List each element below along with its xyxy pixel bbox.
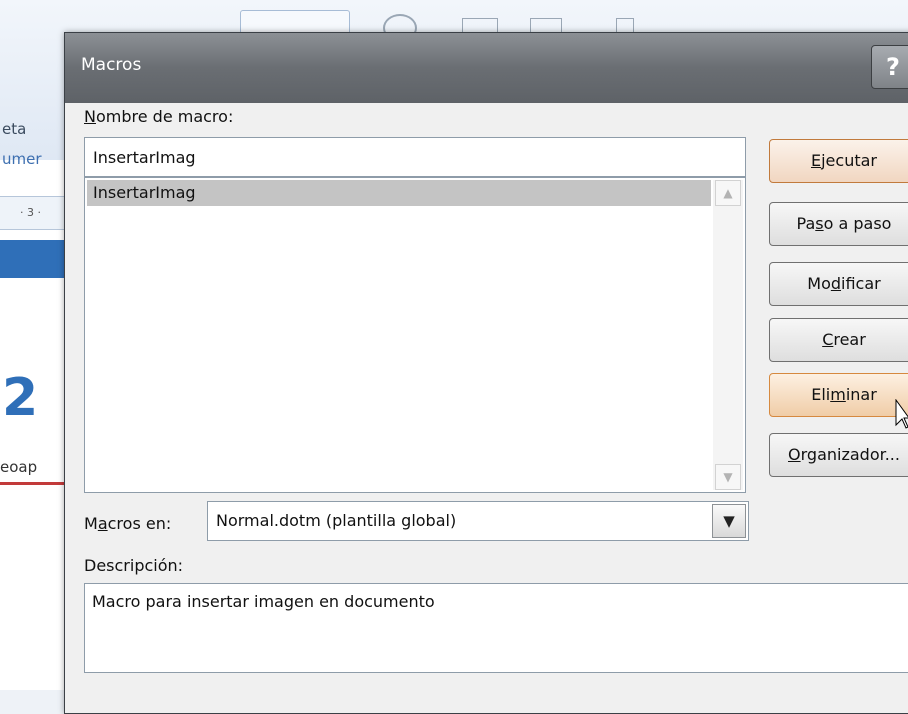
document-text: eoap <box>0 458 38 476</box>
create-label-post: rear <box>833 330 866 349</box>
organizer-button[interactable]: Organizador... <box>769 433 908 477</box>
step-into-button[interactable]: Paso a paso <box>769 202 908 246</box>
scroll-down-icon[interactable]: ▼ <box>715 464 741 490</box>
step-label-pre: Pa <box>796 214 816 233</box>
macros-in-label-post: cros en: <box>107 514 172 533</box>
macros-in-value: Normal.dotm (plantilla global) <box>216 511 457 530</box>
macro-name-label-key: N <box>84 107 96 126</box>
macro-list[interactable]: InsertarImag ▲ ▼ <box>84 177 746 493</box>
delete-button[interactable]: Eliminar <box>769 373 908 417</box>
organizer-label-key: O <box>788 445 801 464</box>
macros-in-select[interactable]: Normal.dotm (plantilla global) ▼ <box>207 501 749 541</box>
macros-dialog: Macros ? Nombre de macro: InsertarImag ▲… <box>64 32 908 714</box>
delete-label-post: inar <box>845 385 877 404</box>
macro-name-input[interactable] <box>84 137 746 177</box>
macros-in-label-pre: M <box>84 514 98 533</box>
step-label-key: s <box>815 214 824 233</box>
ruler-mark: · 3 · <box>20 206 41 219</box>
organizer-label-post: rganizador... <box>800 445 900 464</box>
run-label-key: E <box>811 151 822 170</box>
run-label-post: jecutar <box>821 151 877 170</box>
dialog-title: Macros <box>81 55 142 75</box>
macros-in-label-key: a <box>97 514 108 533</box>
divider <box>0 482 70 485</box>
description-label: Descripción: <box>84 556 184 575</box>
macro-list-scrollbar[interactable]: ▲ ▼ <box>713 180 743 490</box>
title-band <box>0 240 70 278</box>
create-label-key: C <box>822 330 834 349</box>
delete-label-key: m <box>830 385 846 404</box>
ruler: · 3 · <box>0 196 70 230</box>
edit-label-key: d <box>830 274 842 293</box>
step-label-post: o a paso <box>823 214 892 233</box>
chevron-down-icon[interactable]: ▼ <box>712 504 746 538</box>
run-button[interactable]: Ejecutar <box>769 139 908 183</box>
macro-name-label: Nombre de macro: <box>84 107 233 126</box>
ribbon-link[interactable]: umer <box>2 150 42 168</box>
ribbon-label: eta <box>2 120 27 138</box>
create-button[interactable]: Crear <box>769 318 908 362</box>
dialog-titlebar[interactable]: Macros ? <box>65 33 908 103</box>
macro-name-label-text: ombre de macro: <box>95 107 234 126</box>
description-text: Macro para insertar imagen en documento <box>84 583 908 673</box>
edit-label-pre: Mo <box>807 274 831 293</box>
delete-label-pre: Eli <box>811 385 831 404</box>
scroll-up-icon[interactable]: ▲ <box>715 180 741 206</box>
edit-button[interactable]: Modificar <box>769 262 908 306</box>
help-button[interactable]: ? <box>871 45 908 89</box>
edit-label-post: ificar <box>841 274 881 293</box>
macro-list-item[interactable]: InsertarImag <box>87 180 711 206</box>
macros-in-label: Macros en: <box>84 514 171 533</box>
document-heading-number: 2 <box>2 368 39 428</box>
